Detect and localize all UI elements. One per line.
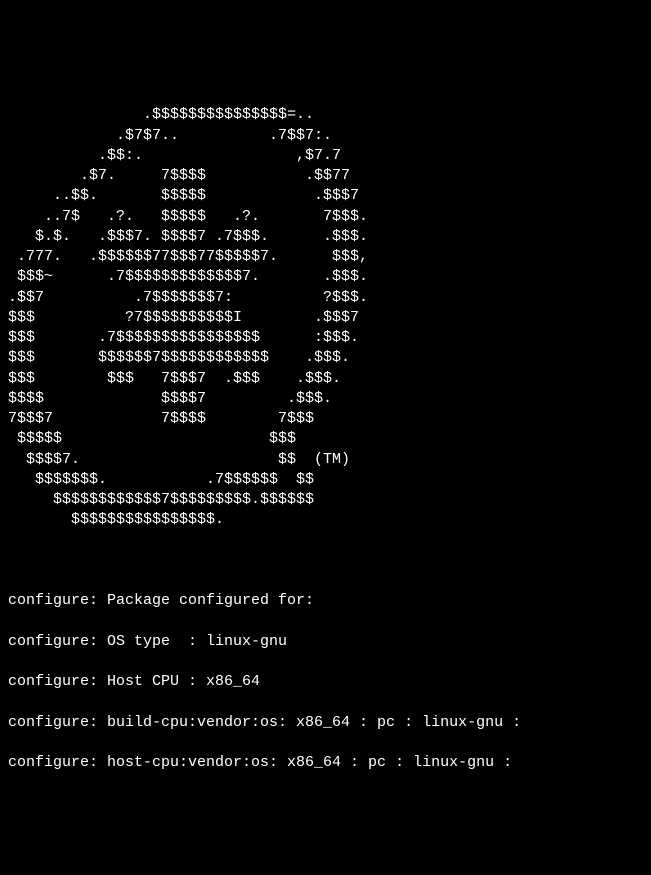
ascii-line: .$7$7.. .7$$7:. bbox=[8, 127, 332, 144]
ascii-line: $$$ ?7$$$$$$$$$$I .$$$7 bbox=[8, 309, 359, 326]
ascii-line: 7$$$7 7$$$$ 7$$$ bbox=[8, 410, 314, 427]
ascii-line: $$$$$ $$$ bbox=[8, 430, 296, 447]
ascii-line: .777. .$$$$$$77$$$77$$$$$7. $$$, bbox=[8, 248, 368, 265]
ascii-line: $$$$$$$$$$$$7$$$$$$$$$.$$$$$$ bbox=[8, 491, 314, 508]
ascii-line: ..$$. $$$$$ .$$$7 bbox=[8, 187, 359, 204]
ascii-line: $$$$7. $$ (TM) bbox=[8, 451, 350, 468]
configure-output-os-type: configure: OS type : linux-gnu bbox=[8, 632, 643, 652]
ascii-line: .$7. 7$$$$ .$$77 bbox=[8, 167, 350, 184]
ascii-art-logo: .$$$$$$$$$$$$$$$=.. .$7$7.. .7$$7:. .$$:… bbox=[8, 85, 643, 531]
blank-line bbox=[8, 551, 643, 571]
ascii-line: ..7$ .?. $$$$$ .?. 7$$$. bbox=[8, 208, 368, 225]
ascii-line: $$$ $$$$$$7$$$$$$$$$$$$ .$$$. bbox=[8, 349, 350, 366]
ascii-line: .$$7 .7$$$$$$$7: ?$$$. bbox=[8, 289, 368, 306]
ascii-line: $$$ .7$$$$$$$$$$$$$$$$ :$$$. bbox=[8, 329, 359, 346]
configure-output-build: configure: build-cpu:vendor:os: x86_64 :… bbox=[8, 713, 643, 733]
ascii-line: .$$:. ,$7.7 bbox=[8, 147, 341, 164]
ascii-line: $$$$ $$$$7 .$$$. bbox=[8, 390, 332, 407]
ascii-line: $$$$$$$$$$$$$$$$. bbox=[8, 511, 224, 528]
ascii-line: $$$~ .7$$$$$$$$$$$$$7. .$$$. bbox=[8, 268, 368, 285]
configure-output-host-cpu: configure: Host CPU : x86_64 bbox=[8, 672, 643, 692]
ascii-line: $$$ $$$ 7$$$7 .$$$ .$$$. bbox=[8, 370, 341, 387]
ascii-line: $.$. .$$$7. $$$$7 .7$$$. .$$$. bbox=[8, 228, 368, 245]
configure-output-package: configure: Package configured for: bbox=[8, 591, 643, 611]
ascii-line: $$$$$$$. .7$$$$$$ $$ bbox=[8, 471, 314, 488]
ascii-line: .$$$$$$$$$$$$$$$=.. bbox=[8, 106, 314, 123]
configure-output-host: configure: host-cpu:vendor:os: x86_64 : … bbox=[8, 753, 643, 773]
